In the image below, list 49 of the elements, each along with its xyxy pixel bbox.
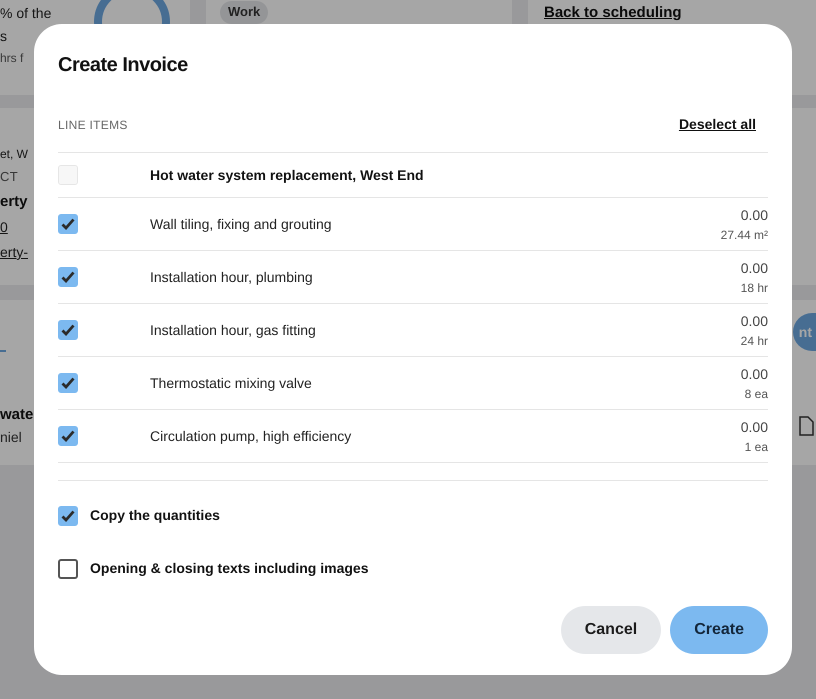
checkmark-icon (61, 324, 75, 336)
section-label: LINE ITEMS (58, 116, 128, 134)
checkmark-icon (61, 430, 75, 442)
stat-text: s (0, 27, 8, 46)
checkmark-icon (61, 377, 75, 389)
line-item-quantity: 24 hr (740, 332, 768, 350)
document-icon[interactable] (798, 416, 814, 436)
line-item-label: Installation hour, plumbing (150, 268, 314, 287)
checkmark-icon (61, 510, 75, 522)
work-tag: Work (220, 1, 268, 24)
back-to-scheduling-link[interactable]: Back to scheduling (544, 4, 682, 21)
cancel-button[interactable]: Cancel (560, 606, 662, 654)
line-item-amount: 0.00 (740, 206, 768, 224)
detail-text: 0 (0, 218, 8, 237)
checkbox[interactable] (58, 373, 78, 393)
line-item-quantity: 1 ea (744, 438, 768, 456)
checkbox[interactable] (58, 426, 78, 446)
option-label: Copy the quantities (90, 506, 220, 525)
create-button[interactable]: Create (670, 606, 768, 654)
checkmark-icon (61, 271, 75, 283)
detail-text: et, W (0, 146, 28, 163)
dialog-title: Create Invoice (58, 53, 188, 78)
checkbox[interactable] (58, 558, 78, 578)
line-item-amount: 0.00 (740, 258, 768, 278)
checkbox[interactable] (58, 320, 78, 340)
stat-text: % of the (0, 4, 52, 23)
checkbox[interactable] (58, 506, 78, 526)
line-item-quantity: 27.44 m² (720, 226, 768, 244)
line-item-amount: 0.00 (740, 364, 768, 384)
row-title: wate (0, 405, 34, 425)
option-label: Opening & closing texts including images (90, 559, 368, 578)
detail-text: erty- (0, 243, 28, 262)
deselect-all-link[interactable]: Deselect all (678, 114, 756, 135)
line-item-quantity: 8 ea (744, 386, 768, 402)
detail-text: CT (0, 168, 18, 186)
line-item-label: Installation hour, gas fitting (150, 320, 317, 340)
line-item-quantity: 18 hr (740, 280, 768, 296)
checkmark-icon (61, 218, 75, 230)
line-item-label: Thermostatic mixing valve (150, 374, 313, 393)
detail-text: erty (0, 192, 28, 212)
line-item-amount: 0.00 (740, 418, 768, 436)
tab-indicator (0, 350, 6, 352)
line-item-label: Wall tiling, fixing and grouting (150, 214, 333, 234)
row-subtitle: niel (0, 428, 23, 446)
line-item-label: Circulation pump, high efficiency (150, 426, 352, 446)
checkbox[interactable] (58, 214, 78, 234)
group-title: Hot water system replacement, West End (150, 166, 425, 185)
line-item-amount: 0.00 (740, 312, 768, 330)
checkbox[interactable] (58, 267, 78, 287)
